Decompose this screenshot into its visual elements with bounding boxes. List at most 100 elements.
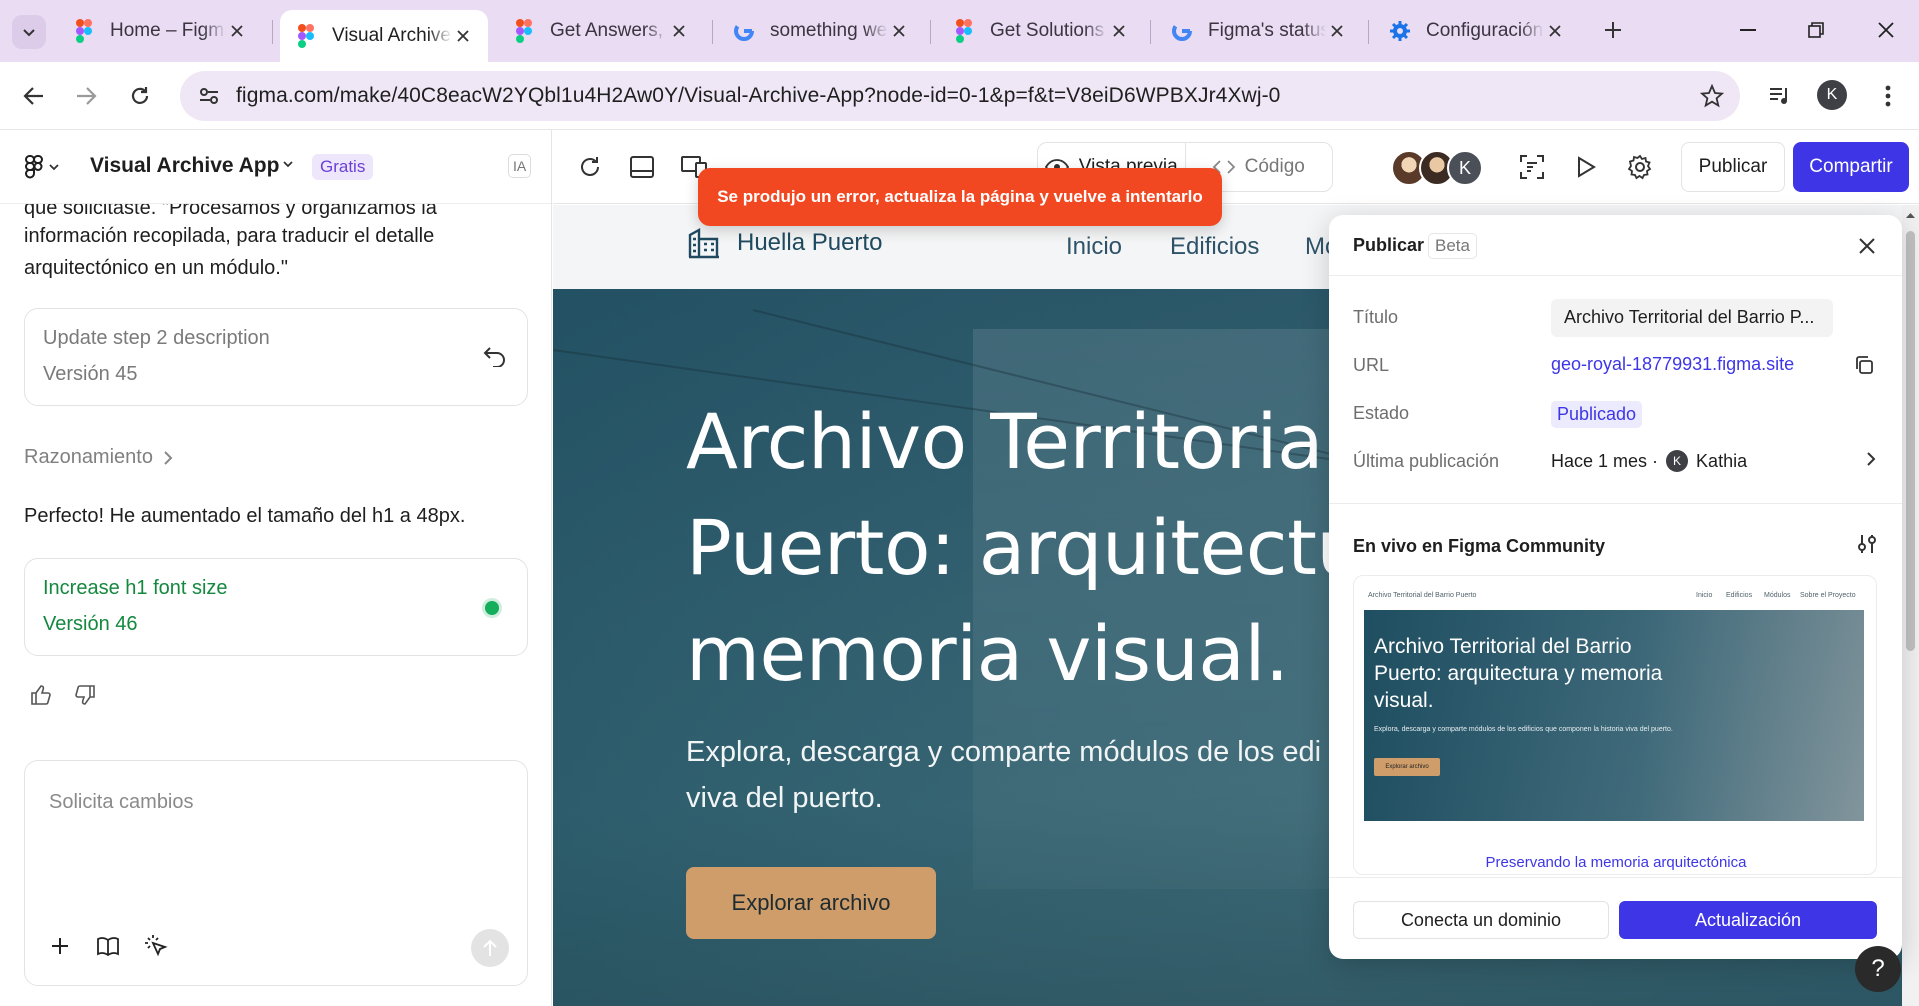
page-scrollbar[interactable]: [1902, 205, 1919, 1006]
browser-tab[interactable]: Home – Figma: [58, 10, 262, 52]
kebab-menu-icon[interactable]: [1870, 78, 1906, 114]
thumb-hero: Archivo Territorial del Barrio Puerto: a…: [1364, 610, 1864, 821]
close-tab-icon[interactable]: [1108, 20, 1130, 42]
browser-tab[interactable]: Figma's status: [1156, 10, 1362, 52]
site-nav-inicio[interactable]: Inicio: [1066, 233, 1122, 261]
chat-composer[interactable]: Solicita cambios: [24, 760, 528, 986]
reasoning-toggle[interactable]: Razonamiento: [24, 446, 173, 469]
inspect-icon[interactable]: [1517, 152, 1547, 182]
community-preview-card[interactable]: Archivo Territorial del Barrio Puerto In…: [1353, 575, 1877, 875]
profile-avatar[interactable]: K: [1817, 80, 1847, 110]
thumb-brand: Archivo Territorial del Barrio Puerto: [1368, 592, 1477, 599]
publish-panel: Publicar Beta Título Archivo Territorial…: [1329, 215, 1902, 959]
tab-divider: [272, 20, 273, 44]
version-card[interactable]: Update step 2 description Versión 45: [24, 308, 528, 406]
toggle-panel-icon[interactable]: [627, 152, 657, 182]
version-number: Versión 46: [43, 613, 138, 635]
settings-gear-icon[interactable]: [1625, 152, 1655, 182]
thumbs-down-icon[interactable]: [72, 682, 98, 708]
file-title[interactable]: Visual Archive App: [90, 154, 279, 178]
site-brand[interactable]: Huella Puerto: [687, 227, 882, 259]
site-nav-edificios[interactable]: Edificios: [1170, 233, 1259, 261]
browser-tab[interactable]: something we: [718, 10, 924, 52]
close-tab-icon[interactable]: [1326, 20, 1348, 42]
assistant-message: Perfecto! He aumentado el tamaño del h1 …: [24, 505, 466, 527]
minimize-button[interactable]: [1728, 13, 1768, 47]
restore-version-icon[interactable]: [483, 345, 507, 367]
thumb-nav-link: Edificios: [1726, 592, 1753, 599]
close-icon[interactable]: [1854, 233, 1880, 259]
add-attachment-icon[interactable]: [45, 931, 75, 961]
close-tab-icon[interactable]: [226, 20, 248, 42]
url-text[interactable]: figma.com/make/40C8eacW2YQbl1u4H2Aw0Y/Vi…: [236, 84, 1280, 108]
scroll-up-icon: [1906, 213, 1915, 218]
send-button[interactable]: [471, 929, 509, 967]
omnibox[interactable]: figma.com/make/40C8eacW2YQbl1u4H2Aw0Y/Vi…: [180, 71, 1740, 121]
tab-title: something we: [770, 20, 888, 41]
site-settings-icon[interactable]: [194, 82, 224, 110]
plus-icon: [1605, 22, 1621, 38]
publish-button[interactable]: Publicar: [1681, 142, 1785, 192]
connect-domain-button[interactable]: Conecta un dominio: [1353, 901, 1609, 939]
thumb-nav-link: Inicio: [1696, 592, 1713, 599]
chevron-down-icon: [49, 164, 59, 171]
explore-archive-button[interactable]: Explorar archivo: [686, 867, 936, 939]
chat-message-prev-line: información recopilada, para traducir el…: [24, 225, 435, 247]
site-url-link[interactable]: geo-royal-18779931.figma.site: [1551, 354, 1794, 375]
update-button[interactable]: Actualización: [1619, 901, 1877, 939]
browser-tab-bar: Home – Figma Visual Archive Get Answers,…: [0, 0, 1919, 62]
tab-title: Visual Archive: [332, 25, 451, 46]
library-book-icon[interactable]: [93, 931, 123, 961]
close-tab-icon[interactable]: [1544, 20, 1566, 42]
avatar[interactable]: K: [1447, 150, 1483, 186]
thumb-subtitle: Explora, descarga y comparte módulos de …: [1374, 726, 1673, 733]
version-number: Versión 45: [43, 363, 138, 385]
tab-divider: [930, 20, 931, 44]
tab-title: Home – Figma: [110, 20, 226, 41]
version-title: Increase h1 font size: [43, 577, 228, 599]
refresh-preview-icon[interactable]: [575, 152, 605, 182]
reasoning-label: Razonamiento: [24, 446, 153, 468]
reload-button[interactable]: [122, 78, 158, 114]
publish-panel-title: Publicar: [1353, 235, 1425, 255]
back-button[interactable]: [16, 78, 52, 114]
point-and-edit-icon[interactable]: [141, 931, 171, 961]
browser-tab[interactable]: Get Answers, S: [498, 10, 704, 52]
chat-message-prev-line: arquitectónico en un módulo.": [24, 257, 288, 279]
forward-button[interactable]: [68, 78, 104, 114]
close-tab-icon[interactable]: [668, 20, 690, 42]
browser-tab[interactable]: Configuración: [1374, 10, 1580, 52]
plan-badge[interactable]: Gratis: [312, 154, 374, 180]
play-icon[interactable]: [1571, 152, 1601, 182]
site-title-field[interactable]: Archivo Territorial del Barrio P...: [1551, 299, 1833, 337]
new-tab-button[interactable]: [1596, 13, 1630, 47]
last-published-value[interactable]: Hace 1 mes · K Kathia: [1551, 450, 1747, 472]
restore-button[interactable]: [1796, 13, 1836, 47]
help-button[interactable]: ?: [1855, 946, 1901, 992]
share-button[interactable]: Compartir: [1793, 142, 1909, 192]
chevron-down-icon[interactable]: [282, 160, 294, 168]
bookmark-star-icon[interactable]: [1698, 82, 1726, 110]
arrow-left-icon: [23, 87, 43, 105]
site-brand-name: Huella Puerto: [737, 229, 883, 256]
browser-tab-active[interactable]: Visual Archive: [280, 10, 488, 62]
copy-icon[interactable]: [1852, 353, 1876, 377]
media-control-icon[interactable]: [1762, 78, 1798, 114]
thumb-nav-link: Sobre el Proyecto: [1800, 592, 1856, 599]
close-tab-icon[interactable]: [888, 20, 910, 42]
close-tab-icon[interactable]: [452, 25, 474, 47]
close-window-button[interactable]: [1866, 13, 1906, 47]
thumb-heading: Archivo Territorial del Barrio Puerto: a…: [1374, 635, 1663, 712]
thumbs-up-icon[interactable]: [28, 682, 54, 708]
thumb-nav-link: Módulos: [1764, 592, 1791, 599]
tab-search-button[interactable]: [12, 15, 46, 49]
avatar: K: [1666, 450, 1689, 472]
sliders-icon[interactable]: [1856, 533, 1878, 555]
composer-placeholder[interactable]: Solicita cambios: [49, 791, 194, 814]
browser-tab[interactable]: Get Solutions: [938, 10, 1144, 52]
scrollbar-thumb[interactable]: [1906, 231, 1915, 651]
beta-badge: Beta: [1428, 233, 1477, 259]
figma-menu-button[interactable]: [24, 152, 70, 182]
version-card-current[interactable]: Increase h1 font size Versión 46: [24, 558, 528, 656]
chevron-right-icon[interactable]: [1866, 451, 1876, 467]
